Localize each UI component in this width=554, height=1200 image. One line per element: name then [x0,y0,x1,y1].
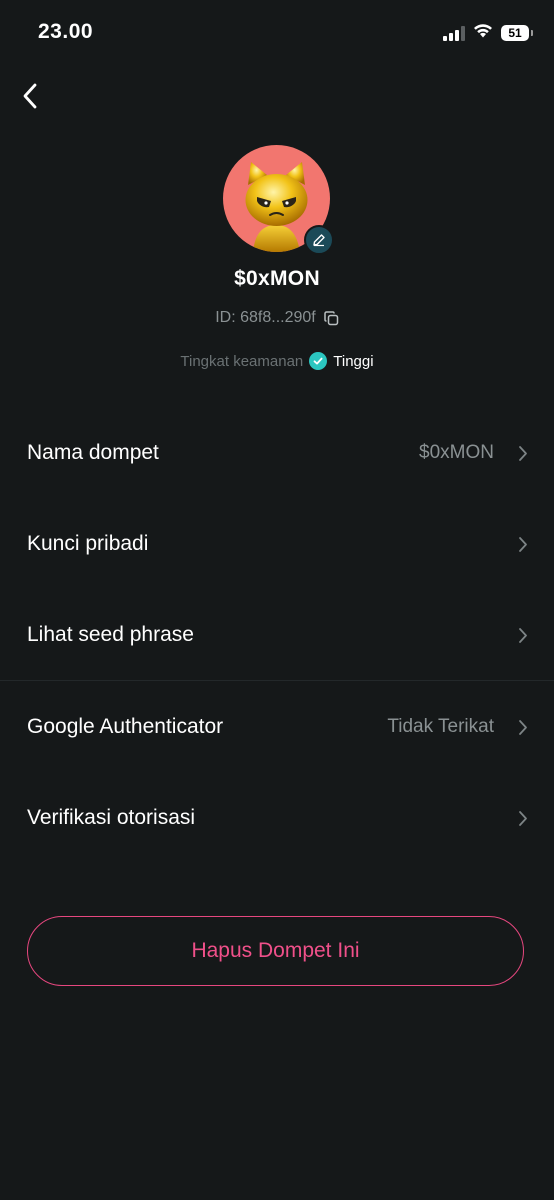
wallet-id-row: ID: 68f8...290f [0,309,554,327]
menu-item-wallet-name[interactable]: Nama dompet $0xMON [0,423,554,483]
signal-icon [443,25,465,41]
chevron-right-icon [518,536,528,553]
section-divider [0,680,554,681]
delete-wallet-button[interactable]: Hapus Dompet Ini [27,916,524,986]
chevron-right-icon [518,719,528,736]
menu-item-seed-phrase[interactable]: Lihat seed phrase [0,605,554,665]
wifi-icon [473,23,493,43]
security-level: Tingkat keamanan Tinggi [0,352,554,370]
status-icons: 51 [443,23,533,43]
menu-item-value: Tidak Terikat [387,716,494,737]
status-time: 23.00 [38,20,94,43]
battery-icon: 51 [501,25,533,41]
menu-item-label: Nama dompet [27,441,159,464]
chevron-right-icon [518,627,528,644]
back-button[interactable] [14,80,46,112]
menu-item-label: Google Authenticator [27,715,224,738]
menu-item-label: Lihat seed phrase [27,623,194,646]
edit-pencil-icon [313,234,325,247]
menu-item-label: Verifikasi otorisasi [27,806,196,829]
wallet-id: ID: 68f8...290f [215,309,316,326]
menu-item-label: Kunci pribadi [27,532,149,555]
back-arrow-icon [23,83,37,109]
status-bar: 23.00 51 [0,0,554,66]
edit-avatar-button[interactable] [304,225,334,255]
menu-item-value: $0xMON [419,442,494,463]
menu-item-google-authenticator[interactable]: Google Authenticator Tidak Terikat [0,697,554,757]
wallet-title: $0xMON [234,267,320,290]
menu-item-authorization-verification[interactable]: Verifikasi otorisasi [0,788,554,848]
chevron-right-icon [518,810,528,827]
chevron-right-icon [518,445,528,462]
check-icon [309,352,328,370]
menu-item-private-key[interactable]: Kunci pribadi [0,514,554,574]
security-value: Tinggi [333,352,374,370]
security-label: Tingkat keamanan [180,352,304,370]
copy-icon[interactable] [324,310,339,326]
